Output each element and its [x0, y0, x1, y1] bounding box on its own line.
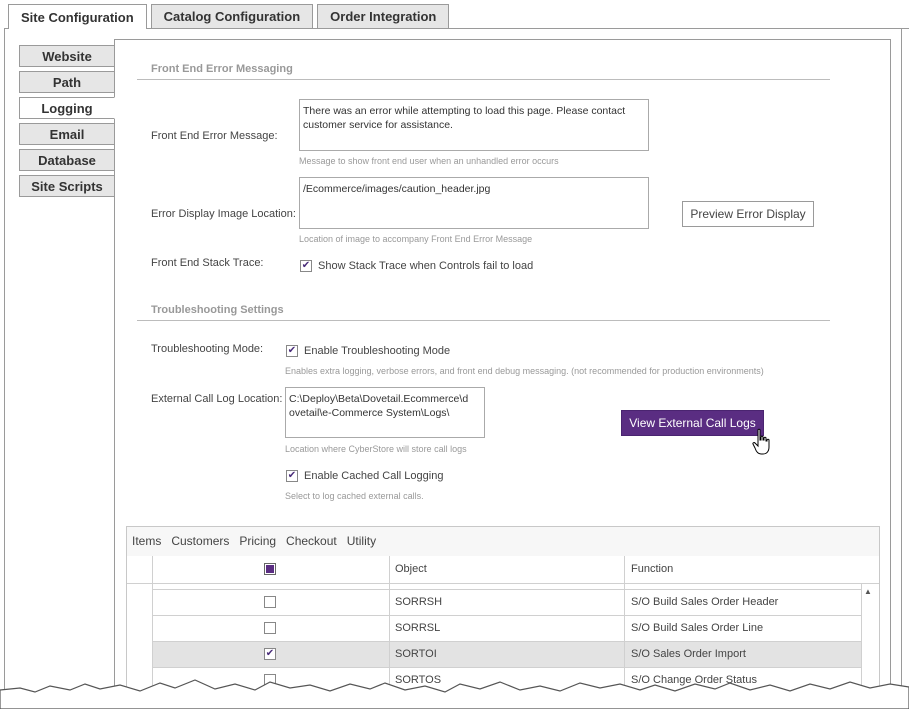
scroll-up-arrow-icon[interactable]: ▲: [864, 587, 872, 596]
grid-line: [127, 583, 879, 584]
image-location-label: Error Display Image Location:: [151, 208, 296, 220]
side-tab-logging[interactable]: Logging: [19, 97, 115, 119]
row-function: S/O Sales Order Import: [631, 648, 746, 660]
view-external-call-logs-button[interactable]: View External Call Logs: [621, 410, 764, 436]
error-message-label: Front End Error Message:: [151, 130, 278, 142]
tab-site-configuration[interactable]: Site Configuration: [8, 4, 147, 29]
row-checkbox[interactable]: [264, 596, 276, 608]
row-object: SORRSL: [395, 622, 441, 634]
row-object: SORTOI: [395, 648, 437, 660]
select-all-indicator: [266, 565, 274, 573]
hand-cursor-icon: [752, 428, 770, 455]
grid-line: [624, 556, 625, 709]
stack-trace-checkbox-label: Show Stack Trace when Controls fail to l…: [318, 260, 534, 272]
image-location-hint: Location of image to accompany Front End…: [299, 234, 533, 244]
tab-order-integration[interactable]: Order Integration: [317, 4, 450, 28]
grid-menu-items[interactable]: Items: [132, 534, 161, 548]
troubleshooting-mode-checkbox[interactable]: ✔: [286, 345, 298, 357]
front-end-section-title: Front End Error Messaging: [151, 63, 293, 75]
row-object: SORTOS: [395, 674, 442, 686]
grid-body: [127, 556, 879, 709]
column-header-function[interactable]: Function: [631, 563, 673, 575]
row-checkbox[interactable]: [264, 674, 276, 686]
grid-line: [861, 583, 862, 709]
troubleshooting-mode-label: Troubleshooting Mode:: [151, 343, 264, 355]
side-tab-site-scripts[interactable]: Site Scripts: [19, 175, 115, 197]
error-message-hint: Message to show front end user when an u…: [299, 156, 559, 166]
grid-line: [152, 693, 861, 694]
side-tab-email[interactable]: Email: [19, 123, 115, 145]
troubleshooting-mode-hint: Enables extra logging, verbose errors, a…: [285, 366, 764, 376]
check-icon: ✔: [301, 260, 311, 271]
troubleshooting-mode-checkbox-label: Enable Troubleshooting Mode: [304, 345, 451, 357]
cached-call-logging-checkbox-label: Enable Cached Call Logging: [304, 470, 444, 482]
select-all-checkbox[interactable]: [264, 563, 276, 575]
side-tab-website[interactable]: Website: [19, 45, 115, 67]
cached-call-logging-hint: Select to log cached external calls.: [285, 491, 424, 501]
grid-menu-bar: Items Customers Pricing Checkout Utility: [132, 534, 386, 548]
check-icon: ✔: [287, 470, 297, 481]
call-log-location-input[interactable]: C:\Deploy\Beta\Dovetail.Ecommerce\d ovet…: [285, 387, 485, 438]
section-divider: [137, 320, 830, 321]
troubleshooting-section-title: Troubleshooting Settings: [151, 304, 284, 316]
side-tab-database[interactable]: Database: [19, 149, 115, 171]
check-icon: ✔: [265, 648, 275, 659]
row-function: S/O Build Sales Order Header: [631, 596, 779, 608]
section-divider: [137, 79, 830, 80]
side-tab-path[interactable]: Path: [19, 71, 115, 93]
grid-line: [152, 615, 861, 616]
selected-row-highlight: [152, 641, 861, 667]
grid-menu-customers[interactable]: Customers: [171, 534, 229, 548]
error-message-input[interactable]: There was an error while attempting to l…: [299, 99, 649, 151]
grid-menu-checkout[interactable]: Checkout: [286, 534, 337, 548]
top-tab-bar: Site Configuration Catalog Configuration…: [8, 4, 453, 29]
stack-trace-label: Front End Stack Trace:: [151, 257, 264, 269]
grid-line: [152, 589, 861, 590]
call-log-location-label: External Call Log Location:: [151, 393, 283, 405]
row-function: S/O Build Sales Order Line: [631, 622, 764, 634]
row-checkbox[interactable]: ✔: [264, 648, 276, 660]
grid-menu-pricing[interactable]: Pricing: [239, 534, 276, 548]
cached-call-logging-checkbox[interactable]: ✔: [286, 470, 298, 482]
image-location-input[interactable]: /Ecommerce/images/caution_header.jpg: [299, 177, 649, 229]
row-object: SORRSH: [395, 596, 443, 608]
grid-line: [389, 556, 390, 709]
row-function: S/O Change Order Status: [631, 674, 757, 686]
preview-error-display-button[interactable]: Preview Error Display: [682, 201, 814, 227]
tab-catalog-configuration[interactable]: Catalog Configuration: [150, 4, 314, 28]
grid-line: [152, 556, 153, 709]
grid-line: [152, 641, 861, 642]
grid-menu-utility[interactable]: Utility: [347, 534, 376, 548]
stack-trace-checkbox[interactable]: ✔: [300, 260, 312, 272]
row-checkbox[interactable]: [264, 622, 276, 634]
grid-line: [152, 667, 861, 668]
check-icon: ✔: [287, 345, 297, 356]
call-log-location-hint: Location where CyberStore will store cal…: [285, 444, 467, 454]
column-header-object[interactable]: Object: [395, 563, 427, 575]
